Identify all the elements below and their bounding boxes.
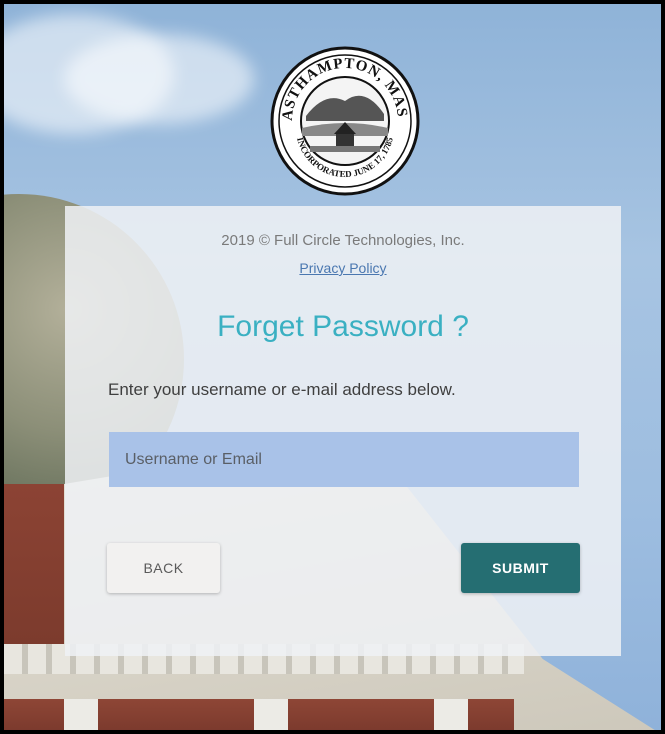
page-title: Forget Password ? — [217, 310, 469, 343]
username-email-input[interactable] — [109, 432, 579, 487]
login-background: EASTHAMPTON, MASS. INCORPORATED JUNE 17,… — [4, 4, 661, 730]
back-button[interactable]: BACK — [107, 543, 220, 593]
cloud-decoration — [64, 34, 254, 124]
pillar-decoration — [434, 699, 468, 730]
submit-button[interactable]: SUBMIT — [461, 543, 580, 593]
privacy-policy-link[interactable]: Privacy Policy — [65, 260, 621, 276]
pillar-decoration — [254, 699, 288, 730]
pillar-decoration — [64, 699, 98, 730]
copyright-text: 2019 © Full Circle Technologies, Inc. — [221, 232, 465, 249]
town-seal-icon: EASTHAMPTON, MASS. INCORPORATED JUNE 17,… — [270, 46, 420, 196]
brick-wall-decoration — [4, 484, 64, 664]
instructions-text: Enter your username or e-mail address be… — [108, 380, 456, 399]
forgot-password-panel: 2019 © Full Circle Technologies, Inc. Pr… — [65, 206, 621, 656]
